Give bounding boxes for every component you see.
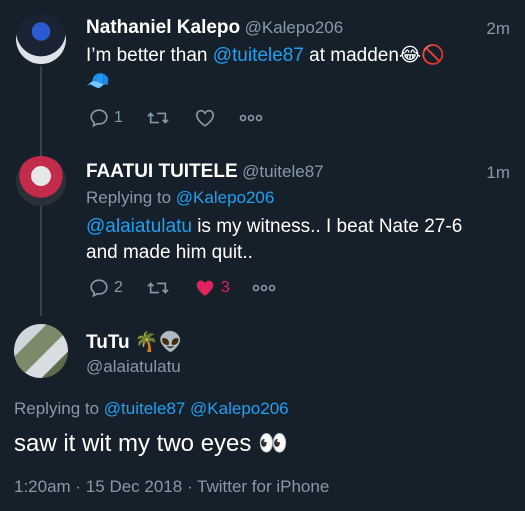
- avatar[interactable]: [16, 14, 66, 64]
- mention-link[interactable]: @Kalepo206: [176, 188, 275, 207]
- reply-icon: [90, 279, 108, 298]
- heart-icon: [196, 280, 214, 296]
- tweet-text: @alaiatulatu is my witness.. I beat Nate…: [86, 214, 516, 266]
- mention-link[interactable]: @alaiatulatu: [86, 216, 192, 237]
- tweet-2[interactable]: FAATUI TUITELE @tuitele87 1m Replying to…: [0, 150, 525, 310]
- replying-to: Replying to @Kalepo206: [86, 188, 274, 208]
- tweet-text-part: 🧢: [86, 71, 110, 92]
- mention-link[interactable]: @tuitele87: [213, 45, 304, 66]
- author-name[interactable]: Nathaniel Kalepo: [86, 17, 240, 38]
- like-count: 3: [220, 279, 230, 296]
- more-icon: [252, 284, 276, 292]
- action-bar: 2 3: [88, 275, 298, 301]
- main-tweet[interactable]: TuTu 🌴👽 @alaiatulatu Replying to @tuitel…: [0, 310, 525, 511]
- reply-count: 1: [114, 109, 123, 126]
- author-name[interactable]: FAATUI TUITELE: [86, 161, 238, 182]
- like-button[interactable]: 3: [193, 277, 230, 299]
- timestamp[interactable]: 2m: [486, 19, 510, 39]
- tweet-text-part: and made him quit..: [86, 242, 253, 263]
- replying-label: Replying to: [86, 188, 176, 207]
- tweet-text-part: at madden😂🚫: [303, 45, 445, 66]
- reply-icon: [90, 109, 108, 128]
- mention-link[interactable]: @Kalepo206: [190, 399, 289, 418]
- author-handle[interactable]: @Kalepo206: [245, 18, 344, 37]
- more-button[interactable]: [239, 112, 263, 124]
- tweet-text: I’m better than @tuitele87 at madden😂🚫 🧢: [86, 43, 506, 95]
- tweet-meta: 1:20am · 15 Dec 2018 · Twitter for iPhon…: [14, 477, 330, 496]
- retweet-icon: [147, 282, 169, 294]
- author-handle[interactable]: @tuitele87: [242, 162, 324, 181]
- more-button[interactable]: [252, 282, 276, 294]
- avatar[interactable]: [16, 156, 66, 206]
- timestamp[interactable]: 1m: [486, 163, 510, 183]
- like-button[interactable]: [193, 107, 217, 129]
- tweet-1[interactable]: Nathaniel Kalepo @Kalepo206 2m I’m bette…: [0, 0, 525, 150]
- reply-button[interactable]: 2: [88, 277, 123, 299]
- mention-link[interactable]: @tuitele87: [104, 399, 186, 418]
- replying-to: Replying to @tuitele87 @Kalepo206: [14, 399, 289, 419]
- retweet-button[interactable]: [145, 277, 171, 299]
- tweet-text: saw it wit my two eyes 👀: [14, 430, 288, 457]
- author-handle[interactable]: @alaiatulatu: [86, 357, 181, 377]
- tweet-text-part: is my witness.. I beat Nate 27-6: [191, 216, 463, 237]
- retweet-icon: [147, 112, 169, 124]
- action-bar: 1: [88, 105, 285, 131]
- tweet-text-part: I’m better than: [86, 45, 213, 66]
- reply-count: 2: [114, 279, 123, 296]
- more-icon: [239, 114, 263, 122]
- heart-icon: [195, 109, 214, 127]
- reply-button[interactable]: 1: [88, 107, 123, 129]
- retweet-button[interactable]: [145, 107, 171, 129]
- avatar[interactable]: [14, 324, 68, 378]
- author-name[interactable]: TuTu 🌴👽: [86, 330, 182, 354]
- replying-label: Replying to: [14, 399, 104, 418]
